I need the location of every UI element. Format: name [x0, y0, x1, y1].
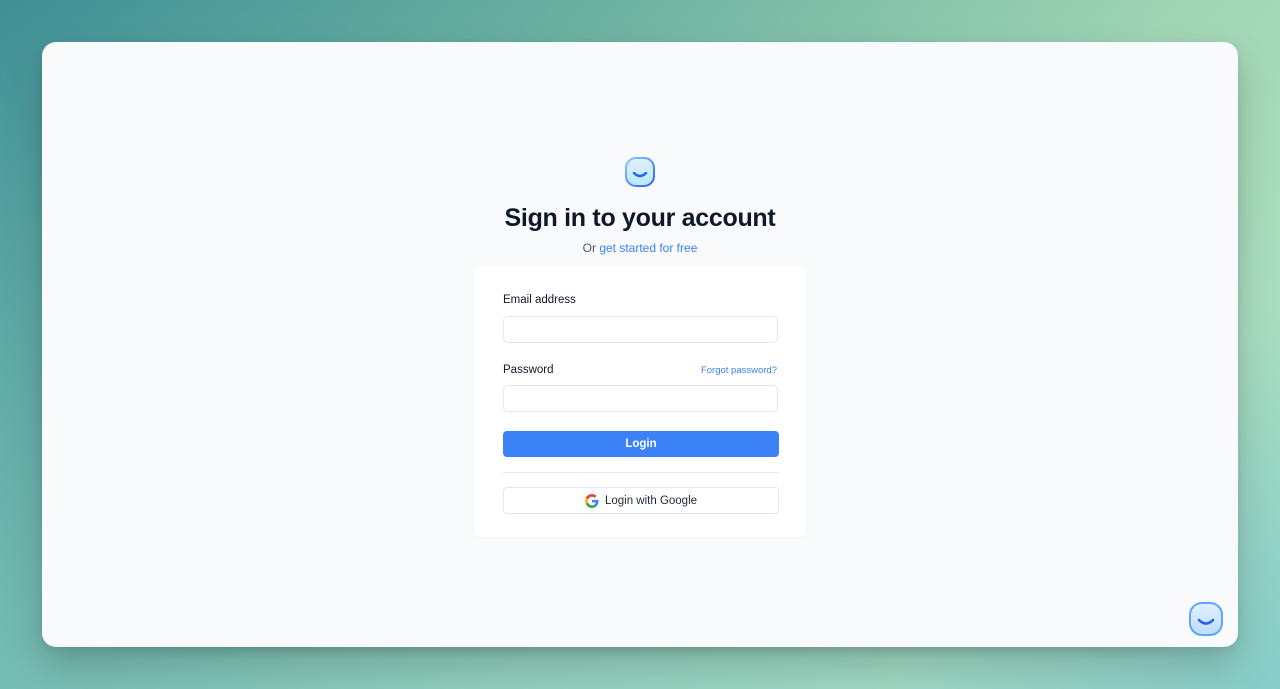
- password-input[interactable]: [503, 385, 778, 412]
- login-card: Email address Password Forgot password? …: [474, 267, 806, 537]
- subtitle-prefix: Or: [582, 241, 596, 255]
- smiley-face-logo-icon: [625, 157, 655, 187]
- smiley-chat-widget-icon[interactable]: [1188, 601, 1224, 637]
- divider: [503, 472, 779, 473]
- page-subtitle: Or get started for free: [42, 241, 1238, 255]
- google-login-label: Login with Google: [604, 494, 698, 507]
- login-button[interactable]: Login: [503, 431, 779, 457]
- app-window: Sign in to your account Or get started f…: [42, 42, 1238, 647]
- get-started-link[interactable]: get started for free: [599, 241, 697, 255]
- password-label: Password: [503, 364, 554, 376]
- google-login-button[interactable]: Login with Google: [503, 487, 779, 514]
- email-label: Email address: [503, 294, 576, 306]
- google-g-icon: [584, 493, 599, 508]
- email-input[interactable]: [503, 316, 778, 343]
- page-title: Sign in to your account: [504, 204, 776, 232]
- forgot-password-link[interactable]: Forgot password?: [701, 365, 777, 376]
